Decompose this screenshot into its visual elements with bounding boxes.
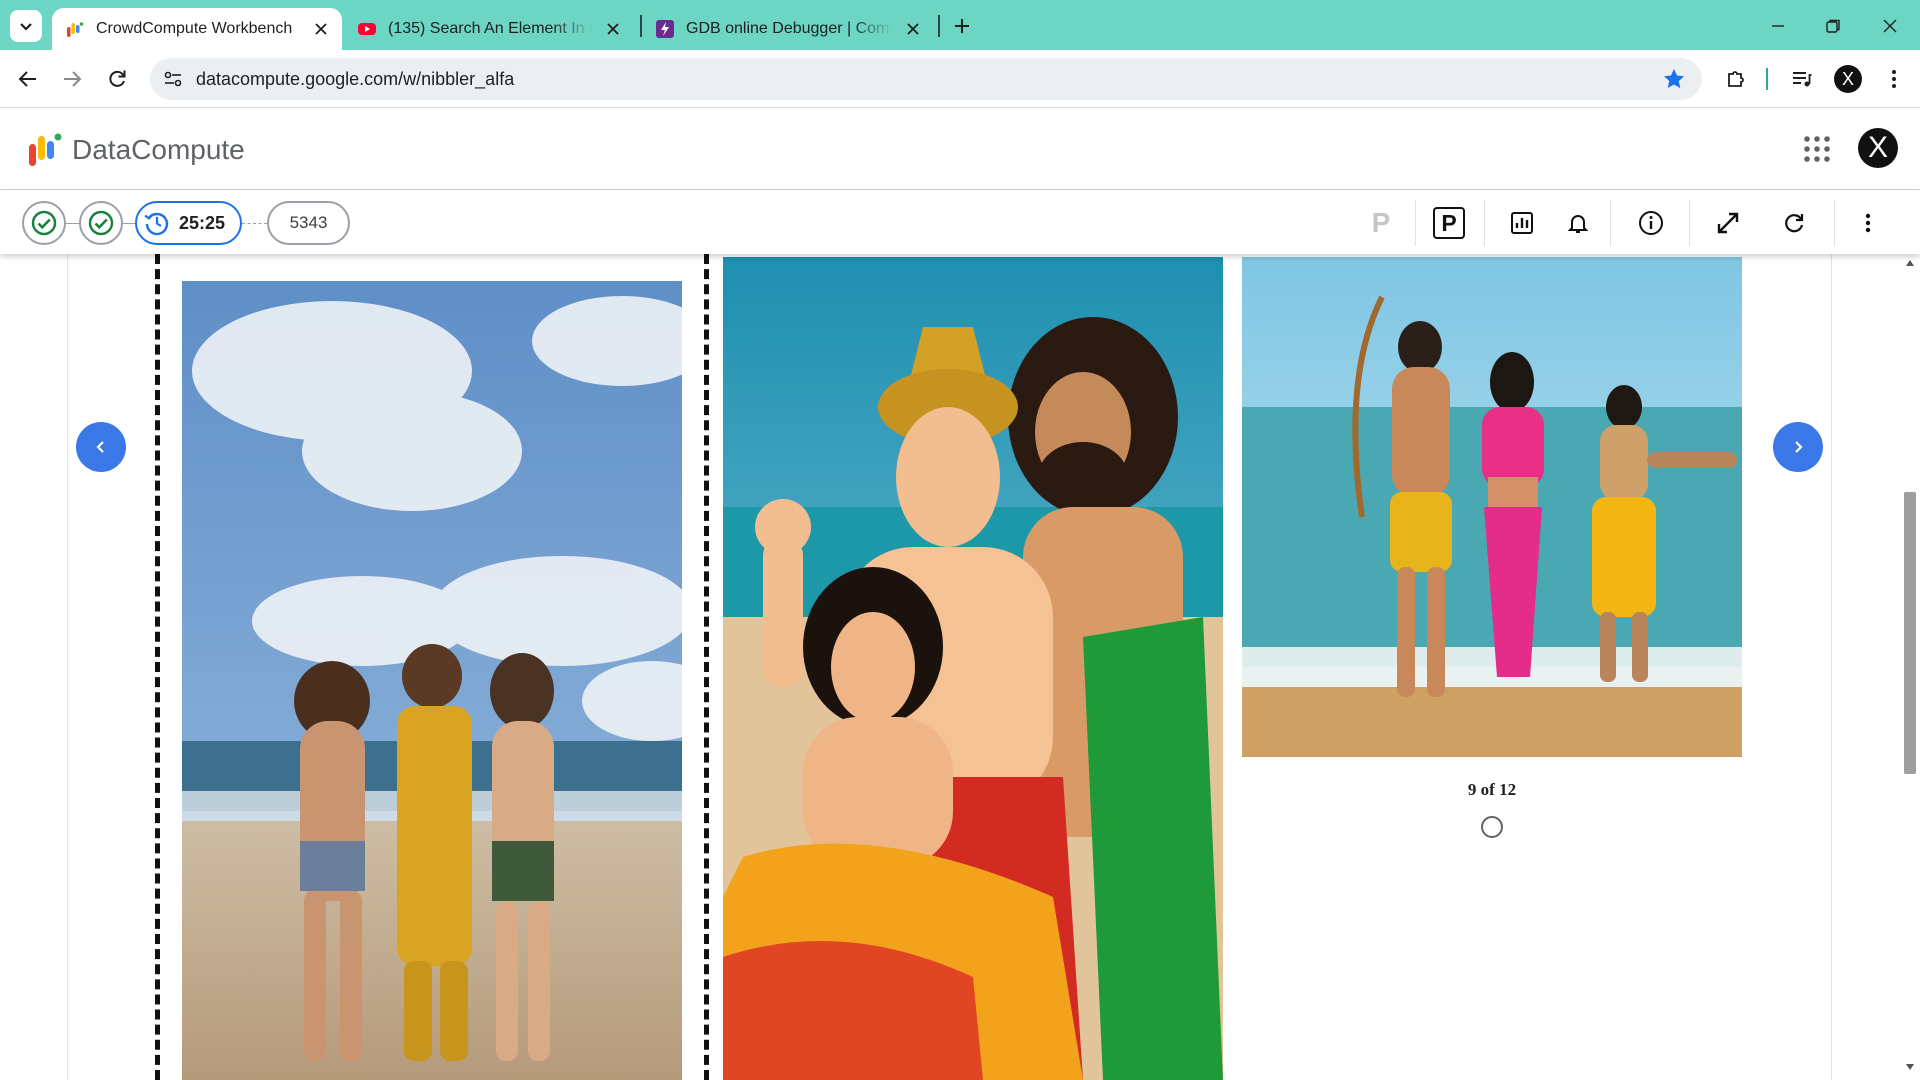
refresh-icon [1785, 214, 1804, 233]
chevron-right-icon [1795, 441, 1803, 453]
puzzle-icon [1728, 71, 1744, 87]
url-text[interactable]: datacompute.google.com/w/nibbler_alfa [196, 69, 514, 90]
selection-dashed-border-left [155, 254, 160, 1080]
p-boxed-label: P [1433, 207, 1465, 239]
minimize-button[interactable] [1764, 12, 1792, 40]
close-tab-icon[interactable] [902, 18, 924, 40]
p-disabled-button[interactable]: P [1364, 206, 1398, 240]
previous-image-button[interactable] [76, 422, 126, 472]
reload-button[interactable] [101, 63, 133, 95]
profile-avatar[interactable]: X [1834, 65, 1862, 93]
image-select-radio[interactable] [1481, 816, 1503, 838]
task-counter[interactable]: 5343 [267, 201, 350, 245]
tool-divider [1610, 200, 1611, 246]
extensions-button[interactable] [1720, 63, 1752, 95]
crowdcompute-favicon [67, 22, 84, 37]
step-connector [66, 223, 79, 224]
image-beach-photo[interactable] [182, 281, 682, 1080]
next-image-button[interactable] [1773, 422, 1823, 472]
arrow-left-icon [18, 71, 36, 87]
address-bar[interactable]: datacompute.google.com/w/nibbler_alfa [150, 58, 1702, 100]
datacompute-logo-icon [29, 133, 62, 166]
stats-button[interactable] [1505, 206, 1539, 240]
restore-button[interactable] [1819, 12, 1847, 40]
tab-search-button[interactable] [10, 10, 42, 42]
tool-divider [1689, 200, 1690, 246]
selection-dashed-border-right [704, 254, 709, 1080]
p-label: P [1371, 207, 1391, 238]
gdb-favicon [656, 20, 674, 38]
browser-toolbar: datacompute.google.com/w/nibbler_alfa X [0, 50, 1920, 108]
media-control-button[interactable] [1786, 63, 1818, 95]
tab-gdb[interactable]: GDB online Debugger | Compiler [642, 8, 934, 50]
page-scrollbar-thumb[interactable] [1904, 492, 1916, 774]
tab-title: CrowdCompute Workbench [96, 20, 293, 37]
site-settings-icon[interactable] [162, 68, 184, 90]
history-clock-icon [144, 212, 169, 236]
tab-separator [938, 15, 940, 37]
tab-youtube[interactable]: (135) Search An Element In Bitonic [344, 8, 634, 50]
toolbar-divider [1766, 68, 1768, 90]
bell-icon [1567, 215, 1589, 233]
fullscreen-button[interactable] [1711, 206, 1745, 240]
more-vert-icon [1892, 70, 1896, 88]
chevron-left-icon [96, 441, 104, 453]
expand-icon [1717, 212, 1739, 234]
image-beach-painting[interactable] [1242, 257, 1742, 757]
reload-icon [109, 70, 126, 87]
back-button[interactable] [12, 63, 44, 95]
info-icon [1639, 211, 1663, 235]
tab-strip: CrowdCompute Workbench (135) Search An E… [0, 0, 1920, 50]
restore-icon [1826, 19, 1840, 33]
queue-music-icon [1793, 72, 1812, 87]
minimize-icon [1772, 25, 1784, 27]
bookmark-star-icon[interactable] [1662, 67, 1686, 91]
tab-title: GDB online Debugger | Compiler [686, 20, 892, 37]
close-tab-icon[interactable] [602, 18, 624, 40]
image-comparison-area: 9 of 12 [0, 254, 1920, 1080]
refresh-task-button[interactable] [1777, 206, 1811, 240]
app-header: DataCompute X [0, 108, 1920, 190]
p-boxed-button[interactable]: P [1432, 206, 1466, 240]
tool-divider [1415, 200, 1416, 246]
content-border-left [67, 254, 68, 1080]
brand-logo[interactable]: DataCompute [28, 132, 245, 168]
check-circle-icon [31, 210, 57, 236]
brand-name: DataCompute [72, 134, 245, 165]
tool-divider [1484, 200, 1485, 246]
check-circle-icon [88, 210, 114, 236]
image-devotional-painting[interactable] [723, 257, 1223, 1080]
close-icon [1883, 19, 1897, 33]
task-toolbar: 25:25 5343 P P [0, 190, 1920, 254]
task-timer[interactable]: 25:25 [135, 201, 242, 245]
account-avatar[interactable]: X [1858, 128, 1898, 168]
step-connector [242, 223, 267, 224]
scroll-down-arrow-icon[interactable] [1904, 1062, 1916, 1072]
more-vert-icon [1865, 213, 1871, 233]
tab-crowdcompute[interactable]: CrowdCompute Workbench [52, 8, 342, 50]
chevron-down-icon [20, 23, 32, 31]
browser-menu-button[interactable] [1878, 63, 1910, 95]
image-position-caption: 9 of 12 [1467, 780, 1517, 799]
step-completed-1[interactable] [22, 201, 66, 245]
bar-chart-icon [1511, 212, 1533, 234]
content-border-right [1831, 254, 1832, 1080]
step-completed-2[interactable] [79, 201, 123, 245]
tab-title: (135) Search An Element In Bitonic [388, 20, 592, 37]
youtube-favicon [358, 23, 376, 35]
notifications-button[interactable] [1561, 206, 1595, 240]
scroll-up-arrow-icon[interactable] [1904, 258, 1916, 268]
tool-divider [1834, 200, 1835, 246]
new-tab-button[interactable] [948, 12, 976, 40]
forward-button[interactable] [56, 63, 88, 95]
apps-grid-icon[interactable] [1802, 134, 1832, 164]
step-connector [123, 223, 135, 224]
info-button[interactable] [1634, 206, 1668, 240]
close-window-button[interactable] [1876, 12, 1904, 40]
timer-value: 25:25 [179, 212, 226, 233]
close-tab-icon[interactable] [310, 18, 332, 40]
task-menu-button[interactable] [1851, 206, 1885, 240]
plus-icon [955, 19, 969, 33]
arrow-right-icon [64, 71, 82, 87]
